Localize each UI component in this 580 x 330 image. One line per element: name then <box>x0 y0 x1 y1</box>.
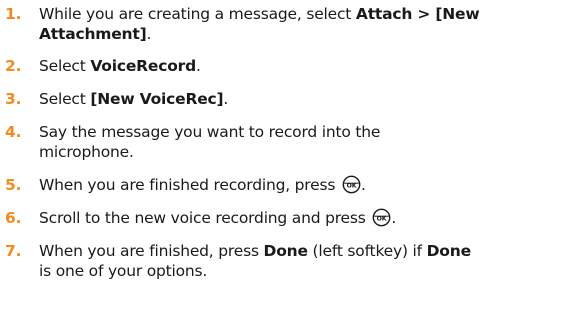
step-text-segment: When you are finished, press <box>39 242 264 260</box>
step-number: 1. <box>5 5 22 23</box>
ok-key-icon: OK <box>342 175 361 194</box>
step-text: Select [New VoiceRec]. <box>39 89 569 109</box>
step-text-segment: Say the message you want to record into … <box>39 123 381 141</box>
step-text-segment: . <box>196 57 201 75</box>
step-text-segment: is one of your options. <box>39 262 208 280</box>
step-text-segment: When you are finished recording, press <box>39 176 340 194</box>
step-number: 2. <box>5 57 22 75</box>
menu-path-label: Attachment] <box>39 25 147 43</box>
step-number: 3. <box>5 90 22 108</box>
menu-path-label: Attach > [New <box>355 5 480 23</box>
softkey-label: Done <box>426 242 471 260</box>
step-number: 4. <box>5 123 22 141</box>
step-text: When you are finished recording, press O… <box>39 175 569 195</box>
ok-key-icon: OK <box>372 208 391 227</box>
step-text-segment: . <box>391 209 397 227</box>
step-text: Select VoiceRecord. <box>39 56 569 76</box>
step-text: Say the message you want to record into … <box>39 122 569 162</box>
svg-text:OK: OK <box>377 215 387 222</box>
step-text-segment: Scroll to the new voice recording and pr… <box>39 209 371 227</box>
step-text-segment: . <box>360 176 366 194</box>
softkey-label: Done <box>263 242 308 260</box>
svg-text:OK: OK <box>347 182 357 189</box>
step-text-segment: (left softkey) if <box>307 242 427 260</box>
step-number: 7. <box>5 242 22 260</box>
menu-option-label: VoiceRecord <box>90 57 196 75</box>
step-text-segment: Select <box>39 57 91 75</box>
step-text: When you are finished, press Done (left … <box>39 241 569 281</box>
step-text-segment: . <box>223 90 229 108</box>
step-text-segment: While you are creating a message, select <box>39 5 356 23</box>
step-text-segment: . <box>146 25 152 43</box>
step-text-segment: microphone. <box>39 143 134 161</box>
menu-option-label: [New VoiceRec] <box>90 90 224 108</box>
step-number: 5. <box>5 176 22 194</box>
step-text: Scroll to the new voice recording and pr… <box>39 208 569 228</box>
step-text: While you are creating a message, select… <box>39 4 569 44</box>
step-number: 6. <box>5 209 22 227</box>
step-text-segment: Select <box>39 90 91 108</box>
instruction-steps: 1. While you are creating a message, sel… <box>0 0 580 330</box>
